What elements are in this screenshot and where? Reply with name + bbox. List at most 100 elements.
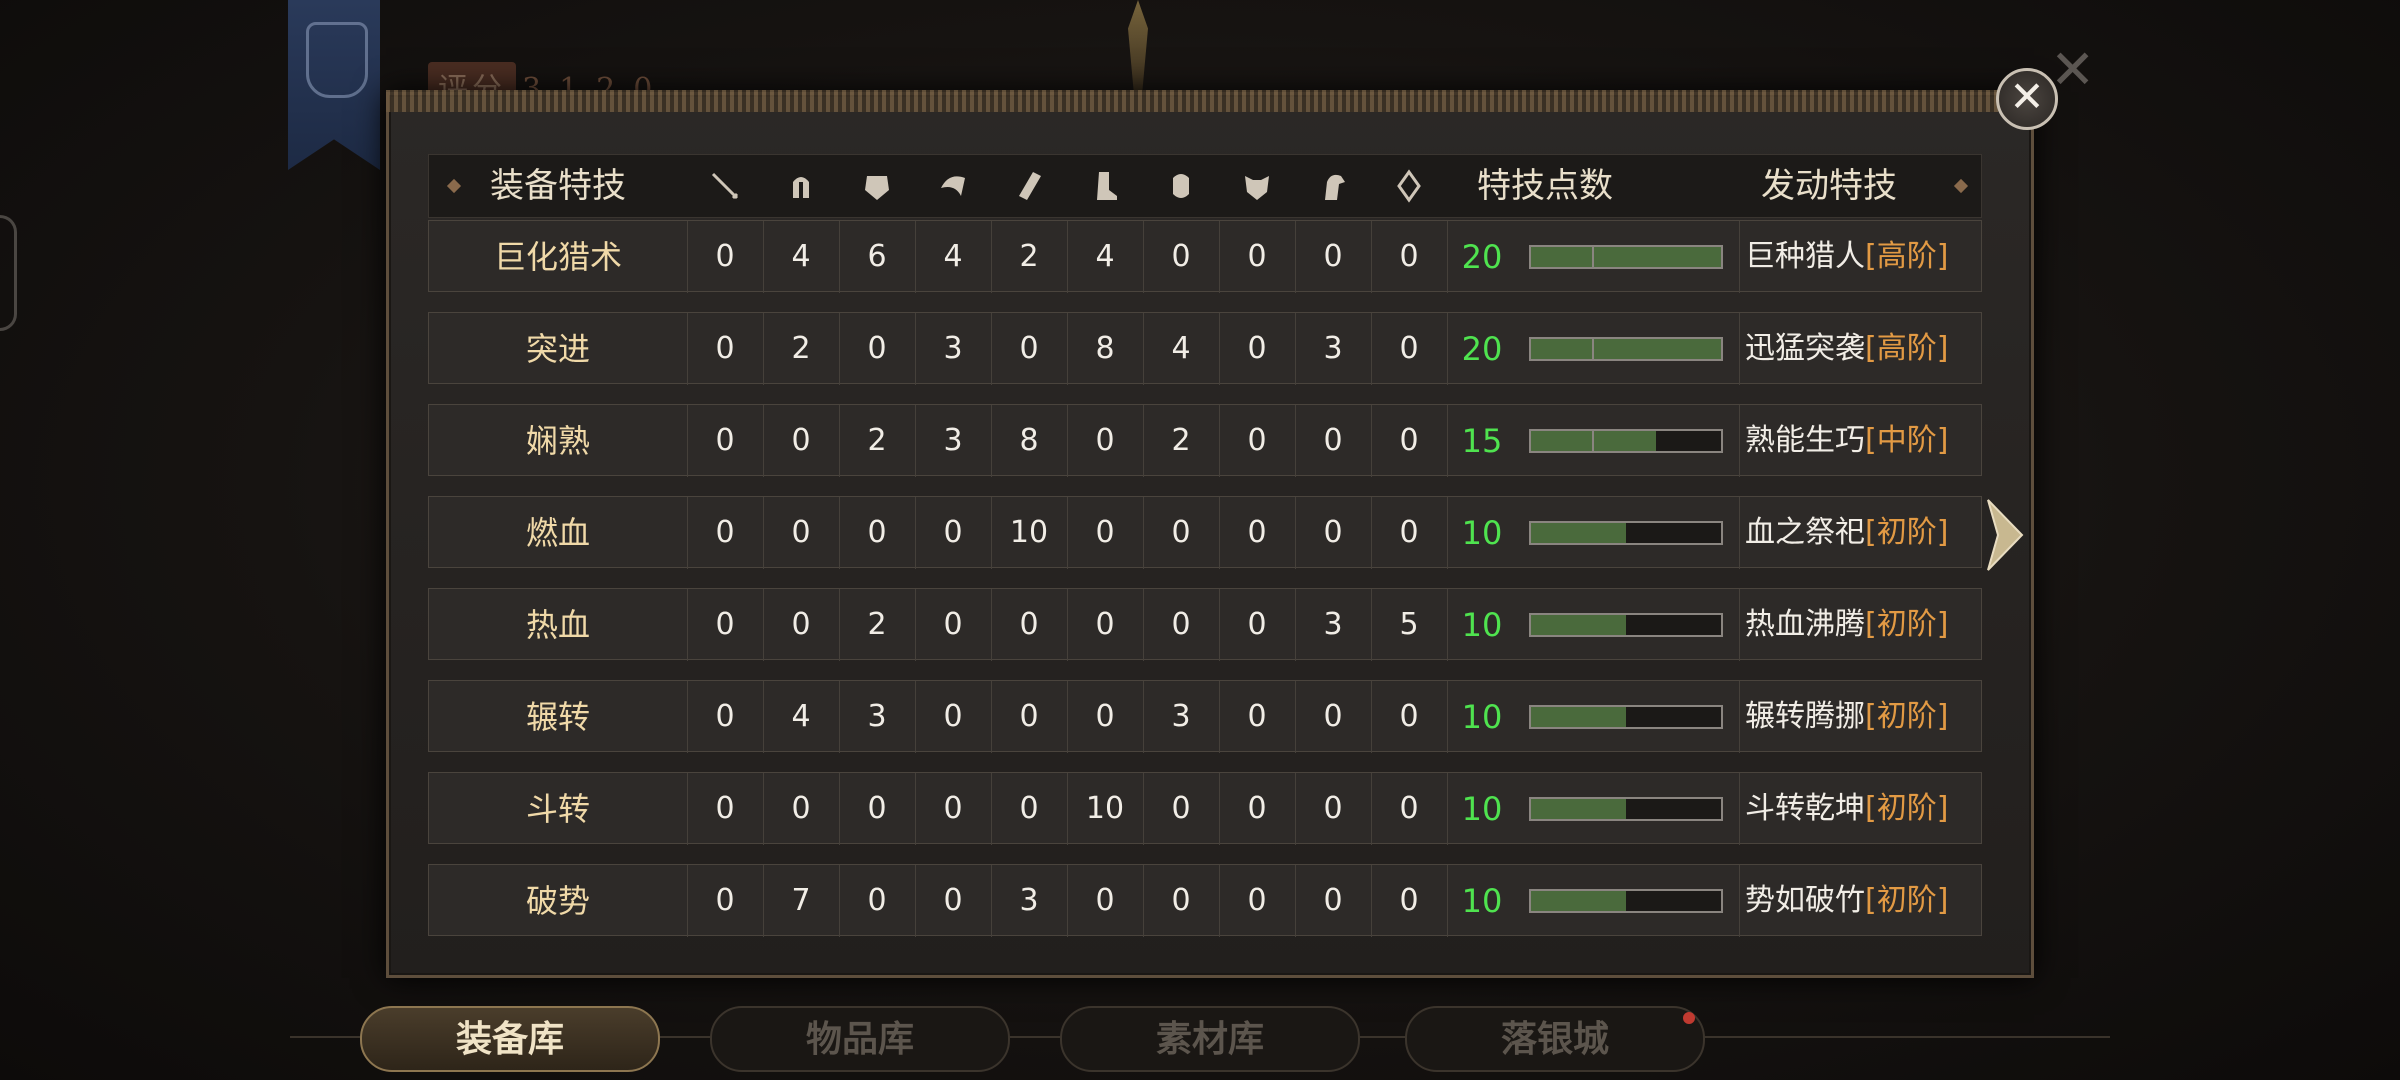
- slot-value: 10: [1085, 791, 1125, 826]
- progress-divider: [1591, 339, 1594, 359]
- slot-value: 4: [791, 699, 811, 734]
- active-skill-name: 热血沸腾: [1745, 607, 1865, 642]
- slot-value: 0: [1399, 239, 1419, 274]
- table-row[interactable]: 斗转 0 0 0 0 0 10 0 0 0 0 10 斗转乾坤[初阶]: [428, 772, 1982, 845]
- tab-4[interactable]: 落银城: [1405, 1006, 1705, 1072]
- column-divider: [1739, 865, 1740, 937]
- slot-value: 10: [1009, 515, 1049, 550]
- column-divider: [1739, 221, 1740, 293]
- tab-1[interactable]: 装备库: [360, 1006, 660, 1072]
- progress-fill: [1531, 799, 1626, 819]
- table-row[interactable]: 巨化猎术 0 4 6 4 2 4 0 0 0 0 20 巨种猎人[高阶]: [428, 220, 1982, 293]
- notification-dot: [1683, 1012, 1695, 1024]
- progress-fill: [1531, 339, 1721, 359]
- progress-fill: [1531, 523, 1626, 543]
- slot-value: 0: [867, 515, 887, 550]
- table-header: 装备特技 特技点数 发动特技: [428, 154, 1982, 218]
- slot-value: 0: [1019, 699, 1039, 734]
- slot-value: 3: [943, 423, 963, 458]
- tab-2[interactable]: 物品库: [710, 1006, 1010, 1072]
- slot-value: 0: [1399, 791, 1419, 826]
- skill-name: 辗转: [525, 698, 590, 736]
- slot-value: 2: [867, 423, 887, 458]
- ring-icon: [1173, 174, 1189, 198]
- progress-divider: [1591, 431, 1594, 451]
- slot-value: 0: [1323, 515, 1343, 550]
- column-divider: [1739, 773, 1740, 845]
- slot-value: 0: [1399, 699, 1419, 734]
- left-side-handle[interactable]: [0, 215, 17, 331]
- slot-value: 0: [867, 331, 887, 366]
- skill-tier: [初阶]: [1865, 607, 1949, 642]
- table-row[interactable]: 热血 0 0 2 0 0 0 0 0 3 5 10 热血沸腾[初阶]: [428, 588, 1982, 661]
- slot-value: 0: [791, 607, 811, 642]
- column-divider: [1739, 589, 1740, 661]
- active-skill: 势如破竹[初阶]: [1745, 865, 1981, 937]
- slot-value: 8: [1095, 331, 1115, 366]
- slot-value: 0: [943, 515, 963, 550]
- slot-value: 8: [1019, 423, 1039, 458]
- slot-value: 0: [943, 883, 963, 918]
- active-skill: 熟能生巧[中阶]: [1745, 405, 1981, 477]
- points-progress-bar: [1529, 889, 1723, 913]
- slot-value: 5: [1399, 607, 1419, 642]
- table-row[interactable]: 辗转 0 4 3 0 0 0 3 0 0 0 10 辗转腾挪[初阶]: [428, 680, 1982, 753]
- table-row[interactable]: 破势 0 7 0 0 3 0 0 0 0 0 10 势如破竹[初阶]: [428, 864, 1982, 937]
- next-page-arrow-icon[interactable]: [1984, 498, 2024, 572]
- points-progress-bar: [1529, 429, 1723, 453]
- diamond-icon: [1953, 178, 1969, 194]
- tab-label: 装备库: [455, 1018, 564, 1060]
- table-row[interactable]: 娴熟 0 0 2 3 8 0 2 0 0 0 15 熟能生巧[中阶]: [428, 404, 1982, 477]
- active-skill: 热血沸腾[初阶]: [1745, 589, 1981, 661]
- slot-value: 0: [715, 423, 735, 458]
- skill-tier: [中阶]: [1865, 423, 1949, 458]
- slot-value: 0: [1323, 423, 1343, 458]
- slot-value: 0: [715, 791, 735, 826]
- slot-value: 0: [1247, 239, 1267, 274]
- slot-value: 0: [1323, 699, 1343, 734]
- skill-name: 热血: [525, 606, 590, 644]
- slot-value: 0: [1399, 883, 1419, 918]
- column-divider: [1739, 681, 1740, 753]
- charm-icon: [1397, 169, 1421, 203]
- points-progress-bar: [1529, 521, 1723, 545]
- slot-value: 0: [1171, 239, 1191, 274]
- tab-3[interactable]: 素材库: [1060, 1006, 1360, 1072]
- slot-value: 0: [1247, 791, 1267, 826]
- slot-value: 2: [1171, 423, 1191, 458]
- close-icon: ✕: [2009, 72, 2045, 121]
- slot-value: 0: [1247, 515, 1267, 550]
- skill-tier: [高阶]: [1865, 239, 1949, 274]
- slot-value: 0: [1095, 423, 1115, 458]
- slot-value: 0: [1247, 423, 1267, 458]
- skill-tier: [初阶]: [1865, 699, 1949, 734]
- slot-value: 0: [1323, 883, 1343, 918]
- skill-tier: [高阶]: [1865, 331, 1949, 366]
- arm-guard-icon: [1019, 172, 1041, 200]
- skill-points: 15: [1461, 422, 1503, 460]
- slot-value: 0: [1247, 331, 1267, 366]
- slot-value: 0: [1019, 791, 1039, 826]
- close-button[interactable]: ✕: [1996, 68, 2058, 130]
- active-skill-name: 势如破竹: [1745, 883, 1865, 918]
- table-row[interactable]: 燃血 0 0 0 0 10 0 0 0 0 0 10 血之祭祀[初阶]: [428, 496, 1982, 569]
- boots-icon: [1097, 172, 1117, 200]
- helmet-icon: [793, 177, 809, 198]
- slot-value: 4: [943, 239, 963, 274]
- slot-value: 2: [867, 607, 887, 642]
- slot-value: 0: [1095, 883, 1115, 918]
- slot-value: 6: [867, 239, 887, 274]
- slot-value: 0: [715, 331, 735, 366]
- active-skill-name: 巨种猎人: [1745, 239, 1865, 274]
- table-row[interactable]: 突进 0 2 0 3 0 8 4 0 3 0 20 迅猛突袭[高阶]: [428, 312, 1982, 385]
- tab-label: 落银城: [1500, 1018, 1609, 1060]
- active-skill: 血之祭祀[初阶]: [1745, 497, 1981, 569]
- guild-emblem-icon: [306, 22, 368, 98]
- slot-value: 0: [943, 699, 963, 734]
- slot-value: 2: [1019, 239, 1039, 274]
- slot-value: 0: [1323, 239, 1343, 274]
- slot-value: 3: [1171, 699, 1191, 734]
- slot-value: 2: [791, 331, 811, 366]
- active-skill-name: 迅猛突袭: [1745, 331, 1865, 366]
- slot-value: 0: [1019, 331, 1039, 366]
